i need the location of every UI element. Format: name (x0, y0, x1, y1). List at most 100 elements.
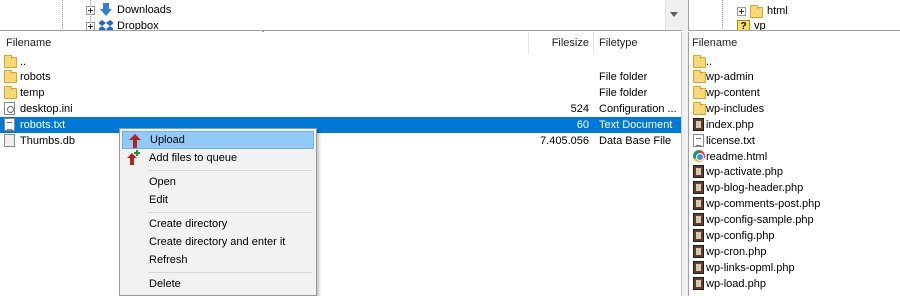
column-header-filesize[interactable]: Filesize (529, 32, 591, 54)
column-label: Filename (692, 37, 738, 49)
list-item[interactable]: wp-config-sample.php (689, 212, 900, 228)
tree-guide-line (62, 0, 63, 30)
table-row-selected[interactable]: robots.txt 60 Text Document (0, 117, 681, 133)
file-name: license.txt (706, 135, 755, 147)
menu-item-create-directory-and-enter[interactable]: Create directory and enter it (122, 233, 314, 251)
folder-icon (693, 86, 706, 99)
list-item[interactable]: readme.html (689, 149, 900, 165)
file-name: robots.txt (20, 119, 66, 131)
file-type: Configuration ... (599, 103, 677, 115)
expand-icon[interactable] (86, 5, 95, 15)
file-name: wp-blog-header.php (706, 182, 804, 194)
php-file-icon (693, 165, 704, 178)
file-name: wp-links-opml.php (706, 262, 795, 274)
column-divider[interactable] (593, 32, 594, 54)
column-label: Filename (6, 37, 52, 49)
menu-item-label: Delete (149, 278, 181, 290)
folder-icon (4, 70, 17, 83)
tree-item-dropbox[interactable]: Dropbox (86, 18, 159, 31)
list-item[interactable]: wp-config.php (689, 228, 900, 244)
text-file-icon (693, 134, 704, 147)
table-row[interactable]: robots File folder (0, 69, 681, 85)
menu-item-open[interactable]: Open (122, 173, 314, 191)
menu-item-label: Refresh (149, 254, 188, 266)
php-file-icon (693, 181, 704, 194)
dropbox-icon (99, 20, 113, 30)
list-item[interactable]: wp-blog-header.php (689, 180, 900, 196)
expand-icon[interactable] (737, 6, 746, 16)
file-name: wp-comments-post.php (706, 198, 821, 210)
expand-icon[interactable] (86, 21, 95, 30)
list-item[interactable]: .. (689, 54, 900, 70)
tree-item-downloads[interactable]: Downloads (86, 2, 171, 18)
tree-scrollbar[interactable] (665, 0, 682, 30)
file-name: .. (20, 56, 27, 68)
menu-item-delete[interactable]: Delete (122, 275, 314, 293)
php-file-icon (693, 197, 704, 210)
scroll-down-arrow-icon[interactable] (670, 12, 678, 17)
list-item[interactable]: wp-comments-post.php (689, 196, 900, 212)
column-label: Filetype (599, 37, 638, 49)
php-file-icon (693, 261, 704, 274)
file-name: wp-activate.php (706, 166, 784, 178)
menu-item-label: Create directory and enter it (149, 236, 286, 248)
file-type: Data Base File (599, 135, 672, 147)
table-row[interactable]: desktop.ini 524 Configuration ... (0, 101, 681, 117)
menu-item-edit[interactable]: Edit (122, 191, 314, 209)
table-row[interactable]: .. (0, 54, 681, 70)
local-file-list[interactable]: ^ Filename Filesize Filetype .. robots F… (0, 29, 682, 296)
list-item[interactable]: wp-admin (689, 69, 900, 85)
menu-separator (148, 170, 312, 171)
tree-item-label: Downloads (117, 4, 172, 16)
column-header-filename[interactable]: Filename (6, 32, 526, 54)
tree-item-label: vp (754, 20, 766, 31)
tree-item-html[interactable]: html (737, 3, 788, 19)
column-header-filename[interactable]: Filename (692, 32, 892, 54)
file-name: robots (20, 71, 51, 83)
remote-directory-tree[interactable]: html ? vp (688, 0, 900, 31)
php-file-icon (693, 118, 704, 131)
question-icon: ? (737, 19, 750, 30)
file-name: Thumbs.db (20, 135, 76, 147)
list-item[interactable]: wp-activate.php (689, 164, 900, 180)
tree-item-label: Dropbox (117, 20, 159, 31)
file-name: .. (706, 56, 713, 68)
file-name: wp-admin (706, 71, 754, 83)
table-row[interactable]: Thumbs.db 7.405.056 Data Base File (0, 133, 681, 149)
list-item[interactable]: wp-cron.php (689, 244, 900, 260)
remote-file-list[interactable]: Filename .. wp-admin wp-content wp-inclu… (688, 32, 900, 296)
folder-icon (4, 86, 17, 99)
text-file-icon (4, 118, 15, 131)
file-name: wp-includes (706, 103, 765, 115)
context-menu[interactable]: Upload Add files to queue Open Edit Crea… (119, 128, 317, 296)
menu-item-upload[interactable]: Upload (122, 131, 314, 149)
menu-separator (148, 212, 312, 213)
table-row[interactable]: temp File folder (0, 85, 681, 101)
list-item[interactable]: index.php (689, 117, 900, 133)
menu-item-label: Add files to queue (149, 152, 238, 164)
local-directory-tree[interactable]: Downloads Dropbox (0, 0, 682, 31)
list-item[interactable]: wp-links-opml.php (689, 260, 900, 276)
menu-item-add-files-to-queue[interactable]: Add files to queue (122, 149, 314, 167)
tree-guide-line (722, 0, 723, 30)
menu-item-create-directory[interactable]: Create directory (122, 215, 314, 233)
column-label: Filesize (551, 37, 589, 49)
menu-item-refresh[interactable]: Refresh (122, 251, 314, 269)
tree-item-vp[interactable]: ? vp (737, 18, 766, 31)
list-item[interactable]: wp-content (689, 85, 900, 101)
download-arrow-icon (100, 3, 112, 16)
list-item[interactable]: wp-includes (689, 101, 900, 117)
column-header-filetype[interactable]: Filetype (599, 32, 679, 54)
folder-icon (693, 70, 706, 83)
menu-item-label: Open (149, 176, 176, 188)
settings-file-icon (4, 102, 15, 115)
menu-separator (148, 272, 312, 273)
file-name: desktop.ini (20, 103, 73, 115)
list-item[interactable]: wp-load.php (689, 276, 900, 292)
file-name: wp-config-sample.php (706, 214, 814, 226)
file-size: 524 (570, 103, 589, 115)
file-type: File folder (599, 87, 648, 99)
php-file-icon (693, 229, 704, 242)
list-item[interactable]: license.txt (689, 133, 900, 149)
file-size: 7.405.056 (540, 135, 589, 147)
